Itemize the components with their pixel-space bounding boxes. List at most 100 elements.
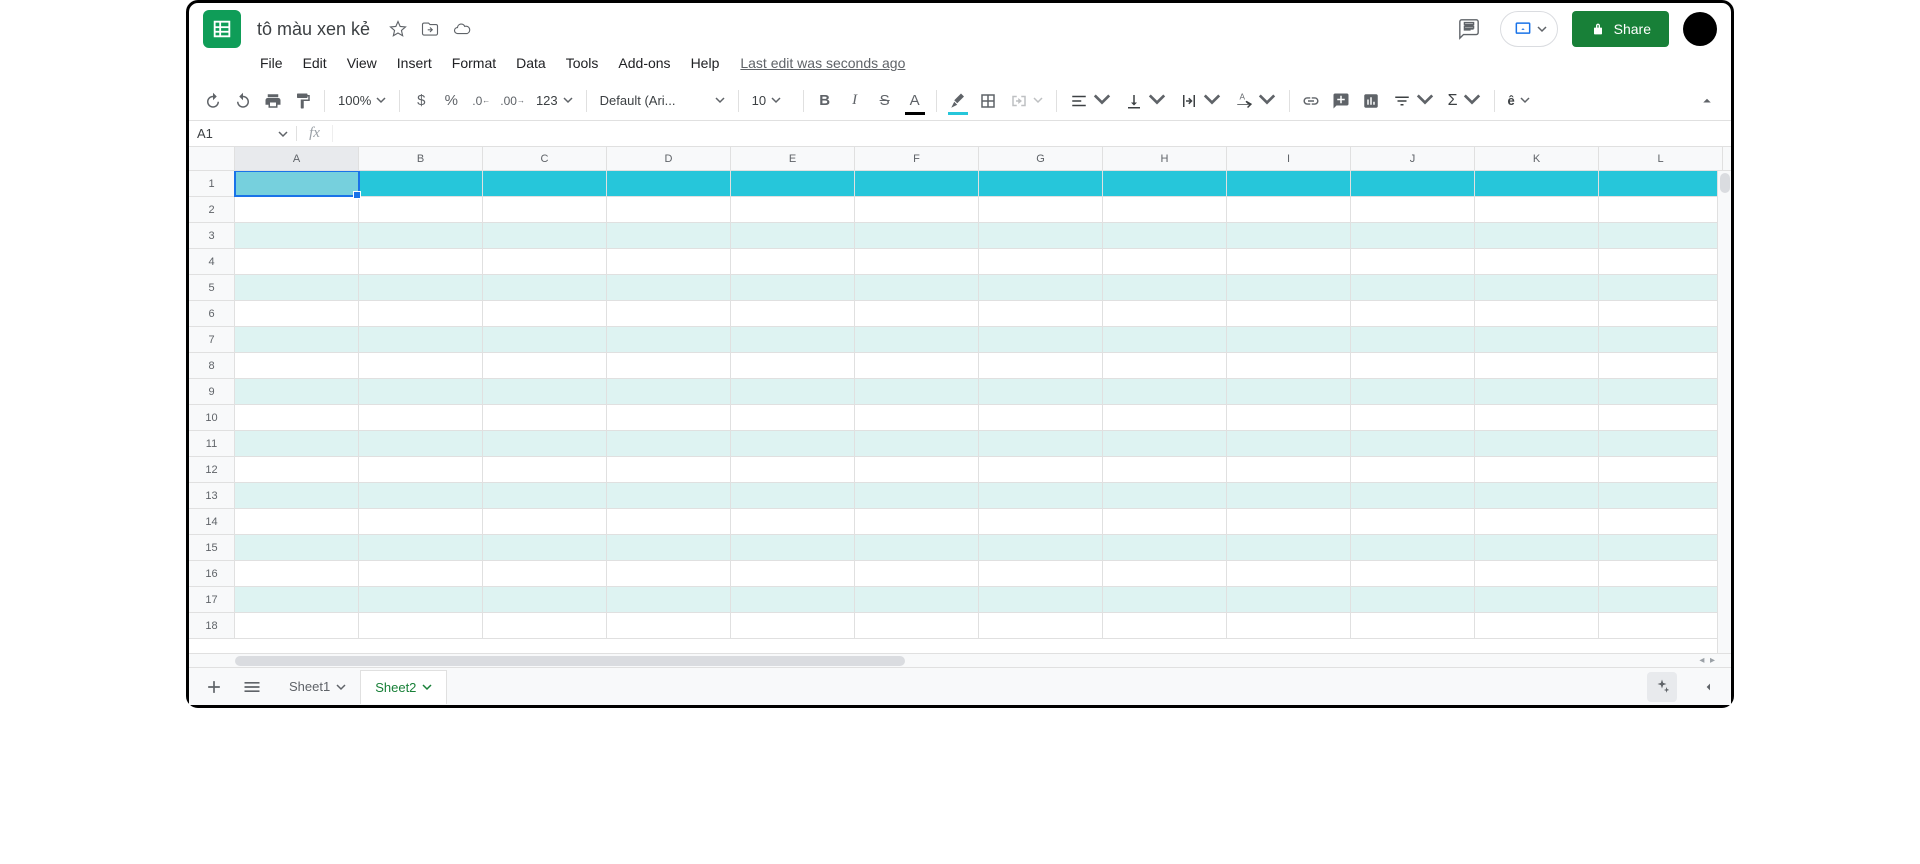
cell[interactable] — [359, 457, 483, 482]
column-header[interactable]: B — [359, 147, 483, 170]
cell[interactable] — [359, 197, 483, 222]
cell[interactable] — [483, 379, 607, 404]
cell[interactable] — [483, 405, 607, 430]
cell[interactable] — [235, 431, 359, 456]
cell[interactable] — [359, 353, 483, 378]
cell[interactable] — [1599, 197, 1723, 222]
cell[interactable] — [235, 483, 359, 508]
cell[interactable] — [359, 301, 483, 326]
cell[interactable] — [1227, 431, 1351, 456]
cell[interactable] — [359, 431, 483, 456]
cell[interactable] — [1599, 587, 1723, 612]
cell[interactable] — [1103, 223, 1227, 248]
column-header[interactable]: I — [1227, 147, 1351, 170]
vertical-align-icon[interactable] — [1119, 87, 1172, 115]
cell[interactable] — [483, 301, 607, 326]
row-header[interactable]: 13 — [189, 483, 235, 508]
cell[interactable] — [1227, 327, 1351, 352]
insert-link-icon[interactable] — [1297, 87, 1325, 115]
cell[interactable] — [607, 379, 731, 404]
cell[interactable] — [1475, 431, 1599, 456]
cell[interactable] — [1103, 197, 1227, 222]
cell[interactable] — [1227, 249, 1351, 274]
document-title[interactable]: tô màu xen kẻ — [251, 17, 376, 42]
name-box[interactable]: A1 — [189, 126, 297, 141]
insert-chart-icon[interactable] — [1357, 87, 1385, 115]
account-avatar[interactable] — [1683, 12, 1717, 46]
cell[interactable] — [607, 405, 731, 430]
cell[interactable] — [1351, 457, 1475, 482]
cell[interactable] — [1227, 171, 1351, 196]
cell[interactable] — [1103, 587, 1227, 612]
column-header[interactable]: L — [1599, 147, 1723, 170]
undo-icon[interactable] — [199, 87, 227, 115]
cell[interactable] — [855, 249, 979, 274]
font-size-select[interactable]: 10 — [746, 87, 796, 115]
sheets-logo[interactable] — [203, 10, 241, 48]
cell[interactable] — [1599, 457, 1723, 482]
cloud-status-icon[interactable] — [452, 19, 472, 39]
cell[interactable] — [1103, 379, 1227, 404]
cell[interactable] — [1351, 249, 1475, 274]
cell[interactable] — [235, 587, 359, 612]
cell[interactable] — [359, 561, 483, 586]
cell[interactable] — [483, 249, 607, 274]
cell[interactable] — [1475, 223, 1599, 248]
cell[interactable] — [855, 379, 979, 404]
cell[interactable] — [731, 535, 855, 560]
comments-icon[interactable] — [1452, 12, 1486, 46]
cell[interactable] — [855, 587, 979, 612]
cell[interactable] — [235, 197, 359, 222]
cell[interactable] — [731, 587, 855, 612]
cell[interactable] — [235, 405, 359, 430]
font-family-select[interactable]: Default (Ari... — [594, 87, 731, 115]
cell[interactable] — [979, 171, 1103, 196]
cell[interactable] — [359, 483, 483, 508]
cell[interactable] — [1351, 509, 1475, 534]
cell[interactable] — [1475, 249, 1599, 274]
cell[interactable] — [483, 327, 607, 352]
cell[interactable] — [359, 613, 483, 638]
cell[interactable] — [1227, 379, 1351, 404]
cell[interactable] — [855, 223, 979, 248]
cell[interactable] — [855, 405, 979, 430]
cell[interactable] — [1599, 431, 1723, 456]
cell[interactable] — [979, 561, 1103, 586]
cell[interactable] — [1351, 431, 1475, 456]
cell[interactable] — [1227, 197, 1351, 222]
cell[interactable] — [1227, 509, 1351, 534]
cell[interactable] — [1599, 379, 1723, 404]
cell[interactable] — [607, 197, 731, 222]
row-header[interactable]: 10 — [189, 405, 235, 430]
cell[interactable] — [1475, 587, 1599, 612]
cell[interactable] — [1351, 275, 1475, 300]
cell[interactable] — [1475, 405, 1599, 430]
row-header[interactable]: 8 — [189, 353, 235, 378]
cell[interactable] — [1599, 223, 1723, 248]
row-header[interactable]: 9 — [189, 379, 235, 404]
cell[interactable] — [731, 561, 855, 586]
cell[interactable] — [1103, 535, 1227, 560]
cell[interactable] — [1103, 171, 1227, 196]
cell[interactable] — [1475, 483, 1599, 508]
cell[interactable] — [855, 171, 979, 196]
scroll-nav-arrows[interactable]: ◂ ▸ — [1699, 653, 1715, 667]
cell[interactable] — [1351, 483, 1475, 508]
cell[interactable] — [359, 535, 483, 560]
cell[interactable] — [1599, 561, 1723, 586]
cell[interactable] — [855, 327, 979, 352]
cell[interactable] — [1227, 301, 1351, 326]
cell[interactable] — [731, 275, 855, 300]
row-header[interactable]: 12 — [189, 457, 235, 482]
cell[interactable] — [731, 613, 855, 638]
row-header[interactable]: 2 — [189, 197, 235, 222]
cell[interactable] — [235, 353, 359, 378]
cell[interactable] — [979, 353, 1103, 378]
column-header[interactable]: F — [855, 147, 979, 170]
cell[interactable] — [607, 275, 731, 300]
cell[interactable] — [235, 301, 359, 326]
cell[interactable] — [1599, 353, 1723, 378]
cell[interactable] — [607, 431, 731, 456]
column-header[interactable]: C — [483, 147, 607, 170]
cell[interactable] — [235, 249, 359, 274]
